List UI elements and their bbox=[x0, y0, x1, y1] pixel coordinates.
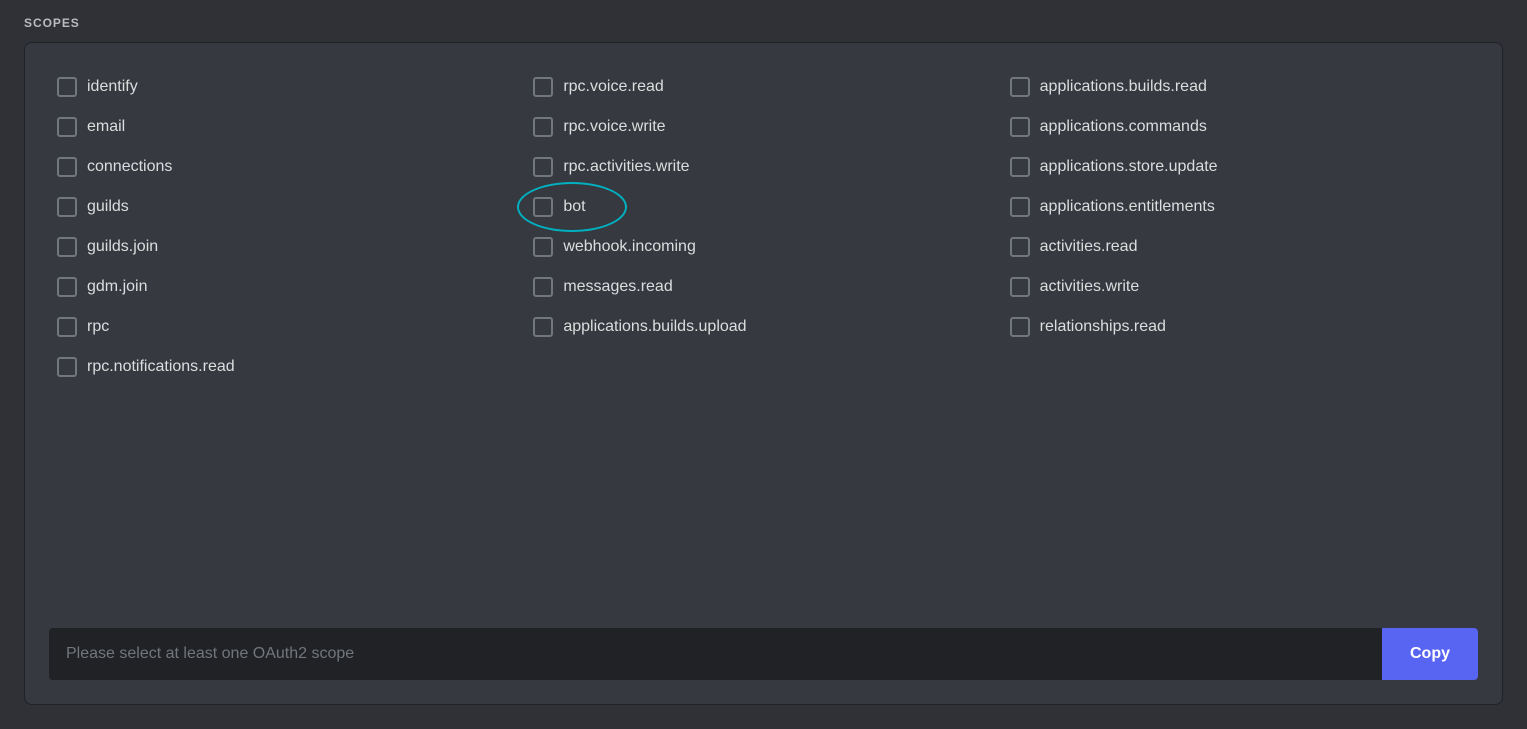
scope-item-relationships-read[interactable]: relationships.read bbox=[1002, 307, 1478, 347]
scope-checkbox-rpc-activities-write[interactable] bbox=[533, 157, 553, 177]
scope-item-activities-write[interactable]: activities.write bbox=[1002, 267, 1478, 307]
scope-item-rpc-notifications-read[interactable]: rpc.notifications.read bbox=[49, 347, 525, 387]
scope-checkbox-applications-commands[interactable] bbox=[1010, 117, 1030, 137]
scope-checkbox-webhook-incoming[interactable] bbox=[533, 237, 553, 257]
scope-label-activities-write: activities.write bbox=[1040, 278, 1140, 296]
scope-checkbox-bot[interactable] bbox=[533, 197, 553, 217]
scope-item-applications-builds-upload[interactable]: applications.builds.upload bbox=[525, 307, 1001, 347]
scope-label-applications-store-update: applications.store.update bbox=[1040, 158, 1218, 176]
scope-item-connections[interactable]: connections bbox=[49, 147, 525, 187]
scope-label-webhook-incoming: webhook.incoming bbox=[563, 238, 696, 256]
scope-item-rpc-voice-read[interactable]: rpc.voice.read bbox=[525, 67, 1001, 107]
scope-label-rpc-activities-write: rpc.activities.write bbox=[563, 158, 689, 176]
scope-checkbox-gdm-join[interactable] bbox=[57, 277, 77, 297]
scope-item-rpc-activities-write[interactable]: rpc.activities.write bbox=[525, 147, 1001, 187]
scope-item-applications-builds-read[interactable]: applications.builds.read bbox=[1002, 67, 1478, 107]
scope-label-messages-read: messages.read bbox=[563, 278, 672, 296]
scope-item-rpc[interactable]: rpc bbox=[49, 307, 525, 347]
copy-button[interactable]: Copy bbox=[1382, 628, 1478, 680]
url-display: Please select at least one OAuth2 scope bbox=[49, 628, 1382, 680]
scope-item-webhook-incoming[interactable]: webhook.incoming bbox=[525, 227, 1001, 267]
scope-column-2: rpc.voice.read rpc.voice.write rpc.activ… bbox=[525, 67, 1001, 608]
scope-checkbox-applications-builds-upload[interactable] bbox=[533, 317, 553, 337]
url-bar-section: Please select at least one OAuth2 scope … bbox=[49, 628, 1478, 704]
scope-checkbox-rpc[interactable] bbox=[57, 317, 77, 337]
scope-item-applications-store-update[interactable]: applications.store.update bbox=[1002, 147, 1478, 187]
scope-checkbox-guilds-join[interactable] bbox=[57, 237, 77, 257]
scope-checkbox-rpc-voice-write[interactable] bbox=[533, 117, 553, 137]
page-wrapper: SCOPES identify email connections bbox=[0, 0, 1527, 729]
scope-item-bot[interactable]: bot bbox=[525, 187, 1001, 227]
scope-label-rpc: rpc bbox=[87, 318, 109, 336]
scope-label-gdm-join: gdm.join bbox=[87, 278, 147, 296]
scope-checkbox-activities-write[interactable] bbox=[1010, 277, 1030, 297]
scope-label-applications-builds-upload: applications.builds.upload bbox=[563, 318, 746, 336]
scope-checkbox-guilds[interactable] bbox=[57, 197, 77, 217]
scope-item-activities-read[interactable]: activities.read bbox=[1002, 227, 1478, 267]
scope-label-relationships-read: relationships.read bbox=[1040, 318, 1166, 336]
scope-checkbox-activities-read[interactable] bbox=[1010, 237, 1030, 257]
scope-label-guilds-join: guilds.join bbox=[87, 238, 158, 256]
scope-checkbox-applications-builds-read[interactable] bbox=[1010, 77, 1030, 97]
scope-item-applications-commands[interactable]: applications.commands bbox=[1002, 107, 1478, 147]
scope-checkbox-messages-read[interactable] bbox=[533, 277, 553, 297]
scope-label-bot: bot bbox=[563, 198, 585, 216]
scopes-section-title: SCOPES bbox=[24, 16, 1503, 30]
scope-label-rpc-voice-read: rpc.voice.read bbox=[563, 78, 664, 96]
scope-label-applications-builds-read: applications.builds.read bbox=[1040, 78, 1207, 96]
scopes-grid: identify email connections guilds guilds… bbox=[49, 67, 1478, 608]
scope-item-identify[interactable]: identify bbox=[49, 67, 525, 107]
scope-item-gdm-join[interactable]: gdm.join bbox=[49, 267, 525, 307]
scope-label-email: email bbox=[87, 118, 125, 136]
scope-label-rpc-voice-write: rpc.voice.write bbox=[563, 118, 665, 136]
scope-label-applications-entitlements: applications.entitlements bbox=[1040, 198, 1215, 216]
scope-item-email[interactable]: email bbox=[49, 107, 525, 147]
scope-item-guilds-join[interactable]: guilds.join bbox=[49, 227, 525, 267]
scope-checkbox-email[interactable] bbox=[57, 117, 77, 137]
scope-checkbox-rpc-voice-read[interactable] bbox=[533, 77, 553, 97]
scope-item-applications-entitlements[interactable]: applications.entitlements bbox=[1002, 187, 1478, 227]
scope-checkbox-connections[interactable] bbox=[57, 157, 77, 177]
scope-label-activities-read: activities.read bbox=[1040, 238, 1138, 256]
scope-label-identify: identify bbox=[87, 78, 138, 96]
scope-label-applications-commands: applications.commands bbox=[1040, 118, 1207, 136]
scope-item-rpc-voice-write[interactable]: rpc.voice.write bbox=[525, 107, 1001, 147]
scope-checkbox-rpc-notifications-read[interactable] bbox=[57, 357, 77, 377]
scope-checkbox-identify[interactable] bbox=[57, 77, 77, 97]
scope-label-connections: connections bbox=[87, 158, 172, 176]
scope-column-1: identify email connections guilds guilds… bbox=[49, 67, 525, 608]
scope-checkbox-applications-store-update[interactable] bbox=[1010, 157, 1030, 177]
scope-checkbox-applications-entitlements[interactable] bbox=[1010, 197, 1030, 217]
scope-item-guilds[interactable]: guilds bbox=[49, 187, 525, 227]
scope-column-3: applications.builds.read applications.co… bbox=[1002, 67, 1478, 608]
scope-item-messages-read[interactable]: messages.read bbox=[525, 267, 1001, 307]
scope-checkbox-relationships-read[interactable] bbox=[1010, 317, 1030, 337]
scope-label-rpc-notifications-read: rpc.notifications.read bbox=[87, 358, 235, 376]
scope-label-guilds: guilds bbox=[87, 198, 129, 216]
scopes-container: identify email connections guilds guilds… bbox=[24, 42, 1503, 705]
